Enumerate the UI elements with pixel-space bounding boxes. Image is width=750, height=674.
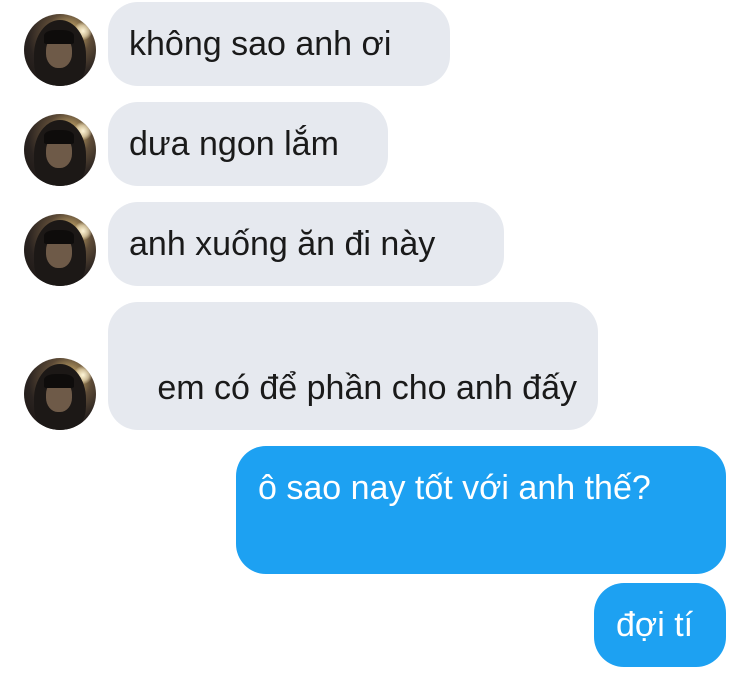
message-text: đợi tí bbox=[616, 606, 694, 644]
sender-avatar[interactable] bbox=[24, 358, 96, 430]
message-text: anh xuống ăn đi này bbox=[129, 225, 436, 263]
incoming-message-bubble[interactable]: dưa ngon lắm bbox=[108, 102, 388, 186]
message-text: ô sao nay tốt với anh thế? bbox=[258, 469, 651, 507]
incoming-message-bubble[interactable]: em có để phần cho anh đấy bbox=[108, 302, 598, 430]
message-text: dưa ngon lắm bbox=[129, 125, 339, 163]
sender-avatar[interactable] bbox=[24, 14, 96, 86]
incoming-message-bubble[interactable]: không sao anh ơi bbox=[108, 2, 450, 86]
sender-avatar[interactable] bbox=[24, 114, 96, 186]
sender-avatar[interactable] bbox=[24, 214, 96, 286]
outgoing-message-bubble[interactable]: ô sao nay tốt với anh thế? bbox=[236, 446, 726, 574]
outgoing-message-bubble[interactable]: đợi tí bbox=[594, 583, 726, 667]
incoming-message-bubble[interactable]: anh xuống ăn đi này bbox=[108, 202, 504, 286]
message-text: em có để phần cho anh đấy bbox=[147, 369, 577, 407]
message-text: không sao anh ơi bbox=[129, 25, 392, 63]
